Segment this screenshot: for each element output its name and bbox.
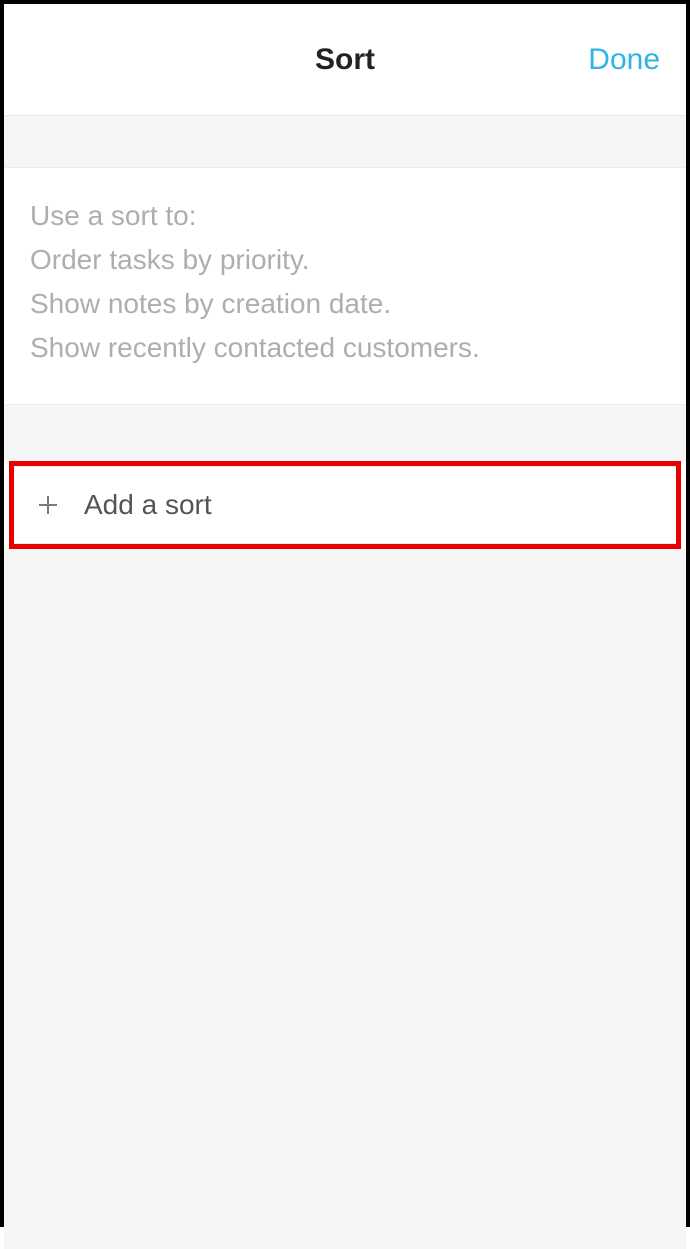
spacer-top: [4, 116, 686, 168]
body-fill: [4, 549, 686, 1249]
done-button[interactable]: Done: [588, 43, 660, 77]
page-title: Sort: [315, 43, 375, 77]
description-intro: Use a sort to:: [30, 194, 660, 238]
description-example-3: Show recently contacted customers.: [30, 326, 660, 370]
spacer-mid: [4, 405, 686, 461]
header-bar: Sort Done: [4, 4, 686, 116]
highlight-box: Add a sort: [9, 461, 681, 549]
plus-icon: [34, 491, 62, 519]
description-example-1: Order tasks by priority.: [30, 238, 660, 282]
add-sort-label: Add a sort: [84, 489, 212, 521]
sort-description: Use a sort to: Order tasks by priority. …: [4, 168, 686, 405]
add-sort-button[interactable]: Add a sort: [14, 466, 676, 544]
description-example-2: Show notes by creation date.: [30, 282, 660, 326]
